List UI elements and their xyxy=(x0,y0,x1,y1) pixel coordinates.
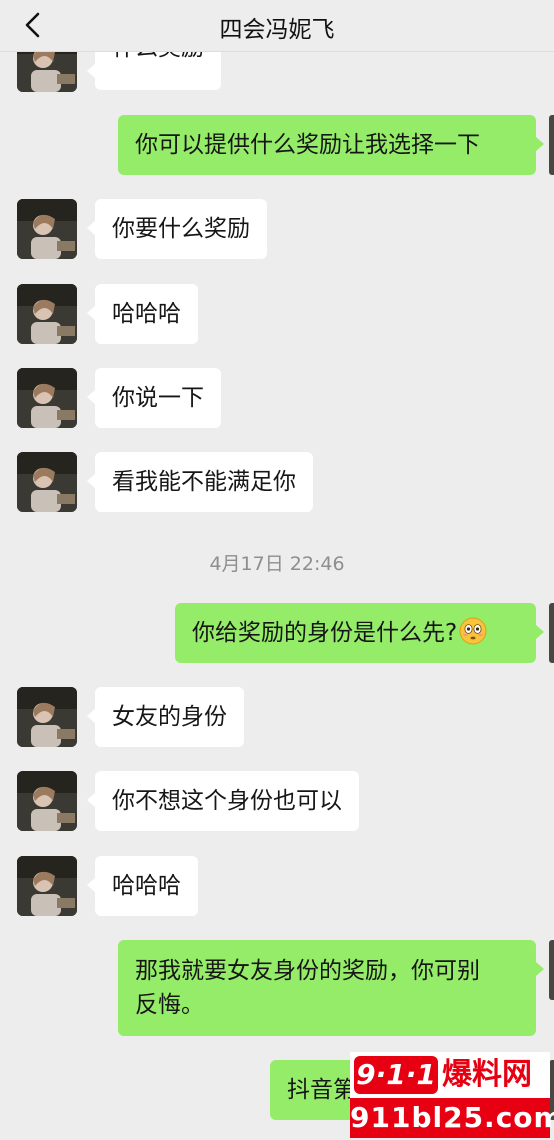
message-bubble[interactable]: 哈哈哈 xyxy=(87,856,198,916)
message-bubble[interactable]: 你要什么奖励 xyxy=(87,199,267,259)
watermark-brand: 爆料网 xyxy=(442,1057,532,1092)
watermark-logo: 9·1·1 爆料网 911bl25.com xyxy=(350,1052,554,1138)
message-text: 你要什么奖励 xyxy=(112,216,250,242)
message-text: 哈哈哈 xyxy=(112,301,181,327)
message-bubble[interactable]: 你说一下 xyxy=(87,368,221,428)
message-bubble[interactable]: 你给奖励的身份是什么先? xyxy=(175,603,544,663)
message-text: 看我能不能满足你 xyxy=(112,469,296,495)
message-bubble[interactable]: 你不想这个身份也可以 xyxy=(87,771,359,831)
contact-avatar[interactable] xyxy=(17,856,77,916)
message-bubble[interactable]: 你可以提供什么奖励让我选择一下 xyxy=(118,115,544,175)
watermark-top: 9·1·1 爆料网 xyxy=(354,1056,546,1094)
flushed-face-emoji xyxy=(459,617,487,645)
contact-avatar[interactable] xyxy=(17,368,77,428)
message-text: 你可以提供什么奖励让我选择一下 xyxy=(135,132,480,158)
message-text-line-2: 反悔。 xyxy=(135,992,204,1018)
contact-avatar[interactable] xyxy=(17,199,77,259)
message-text: 你给奖励的身份是什么先? xyxy=(192,620,458,646)
message-bubble[interactable]: 女友的身份 xyxy=(87,687,244,747)
watermark-domain: 911bl25.com xyxy=(350,1098,554,1138)
contact-avatar[interactable] xyxy=(17,771,77,831)
chat-title: 四会冯妮飞 xyxy=(219,17,335,43)
contact-avatar[interactable] xyxy=(17,687,77,747)
contact-avatar[interactable] xyxy=(17,452,77,512)
message-text: 哈哈哈 xyxy=(112,873,181,899)
chat-header: 四会冯妮飞 xyxy=(0,0,554,52)
message-text: 女友的身份 xyxy=(112,704,227,730)
chat-area[interactable]: 什么奖励 你可以提供什么奖励让我选择一下 你要什么奖励 哈哈哈 你说一下 看我能… xyxy=(0,0,554,1140)
message-bubble[interactable]: 哈哈哈 xyxy=(87,284,198,344)
message-bubble[interactable]: 看我能不能满足你 xyxy=(87,452,313,512)
message-bubble[interactable]: 那我就要女友身份的奖励，你可别 反悔。 xyxy=(118,940,544,1036)
self-avatar[interactable] xyxy=(549,115,554,175)
message-text: 你不想这个身份也可以 xyxy=(112,788,342,814)
self-avatar[interactable] xyxy=(549,603,554,663)
message-text: 你说一下 xyxy=(112,385,204,411)
contact-avatar[interactable] xyxy=(17,284,77,344)
chat-timestamp: 4月17日 22:46 xyxy=(209,553,345,575)
watermark-badge: 9·1·1 xyxy=(354,1056,438,1094)
self-avatar[interactable] xyxy=(549,940,554,1000)
message-text-line-1: 那我就要女友身份的奖励，你可别 xyxy=(135,958,480,984)
